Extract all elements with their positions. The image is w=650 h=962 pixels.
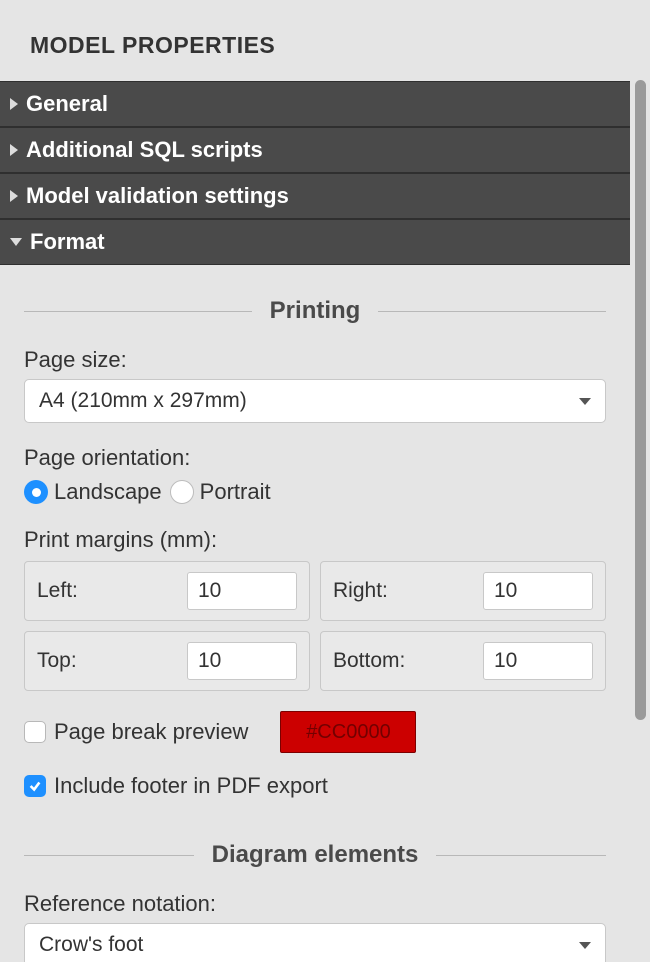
radio-portrait-label: Portrait xyxy=(200,479,271,505)
margin-right-label: Right: xyxy=(333,579,388,603)
margin-right-cell: Right: xyxy=(320,561,606,621)
margin-bottom-input[interactable] xyxy=(483,642,593,680)
printing-group: Printing xyxy=(24,297,606,325)
chevron-right-icon xyxy=(10,144,18,156)
margin-left-input[interactable] xyxy=(187,572,297,610)
ref-notation-label: Reference notation: xyxy=(24,891,606,917)
chevron-right-icon xyxy=(10,190,18,202)
margins-grid: Left: Right: Top: Bottom: xyxy=(24,561,606,691)
divider xyxy=(24,311,252,312)
chevron-down-icon xyxy=(10,238,22,246)
include-footer-checkbox[interactable] xyxy=(24,775,46,797)
section-format[interactable]: Format xyxy=(0,219,630,265)
margin-bottom-cell: Bottom: xyxy=(320,631,606,691)
margin-left-cell: Left: xyxy=(24,561,310,621)
page-size-select[interactable]: A4 (210mm x 297mm) xyxy=(24,379,606,423)
divider xyxy=(378,311,606,312)
include-footer-row: Include footer in PDF export xyxy=(24,773,606,799)
radio-landscape[interactable] xyxy=(24,480,48,504)
panel-title: MODEL PROPERTIES xyxy=(0,0,650,81)
section-general[interactable]: General xyxy=(0,81,630,127)
section-sql-label: Additional SQL scripts xyxy=(26,137,263,163)
sections: General Additional SQL scripts Model val… xyxy=(0,81,630,962)
section-general-label: General xyxy=(26,91,108,117)
model-properties-panel: MODEL PROPERTIES General Additional SQL … xyxy=(0,0,650,962)
orientation-radios: Landscape Portrait xyxy=(24,479,606,505)
diagram-group: Diagram elements xyxy=(24,841,606,869)
page-break-label: Page break preview xyxy=(54,719,248,745)
margin-right-input[interactable] xyxy=(483,572,593,610)
section-sql-scripts[interactable]: Additional SQL scripts xyxy=(0,127,630,173)
margin-top-cell: Top: xyxy=(24,631,310,691)
printing-group-title: Printing xyxy=(252,297,379,325)
caret-down-icon xyxy=(579,942,591,949)
orientation-label: Page orientation: xyxy=(24,445,606,471)
scrollbar[interactable] xyxy=(635,80,646,720)
divider xyxy=(24,855,194,856)
caret-down-icon xyxy=(579,398,591,405)
chevron-right-icon xyxy=(10,98,18,110)
page-break-color-swatch[interactable]: #CC0000 xyxy=(280,711,416,753)
margin-left-label: Left: xyxy=(37,579,78,603)
divider xyxy=(436,855,606,856)
page-size-value: A4 (210mm x 297mm) xyxy=(39,389,247,413)
ref-notation-select[interactable]: Crow's foot xyxy=(24,923,606,962)
page-size-label: Page size: xyxy=(24,347,606,373)
margins-label: Print margins (mm): xyxy=(24,527,606,553)
section-validation[interactable]: Model validation settings xyxy=(0,173,630,219)
page-break-checkbox[interactable] xyxy=(24,721,46,743)
ref-notation-value: Crow's foot xyxy=(39,933,143,957)
section-format-label: Format xyxy=(30,229,105,255)
margin-top-label: Top: xyxy=(37,649,77,673)
margin-top-input[interactable] xyxy=(187,642,297,680)
margin-bottom-label: Bottom: xyxy=(333,649,405,673)
diagram-group-title: Diagram elements xyxy=(194,841,437,869)
radio-landscape-label: Landscape xyxy=(54,479,162,505)
include-footer-label: Include footer in PDF export xyxy=(54,773,328,799)
radio-portrait[interactable] xyxy=(170,480,194,504)
format-body: Printing Page size: A4 (210mm x 297mm) P… xyxy=(0,265,630,962)
page-break-row: Page break preview #CC0000 xyxy=(24,711,606,753)
section-validation-label: Model validation settings xyxy=(26,183,289,209)
